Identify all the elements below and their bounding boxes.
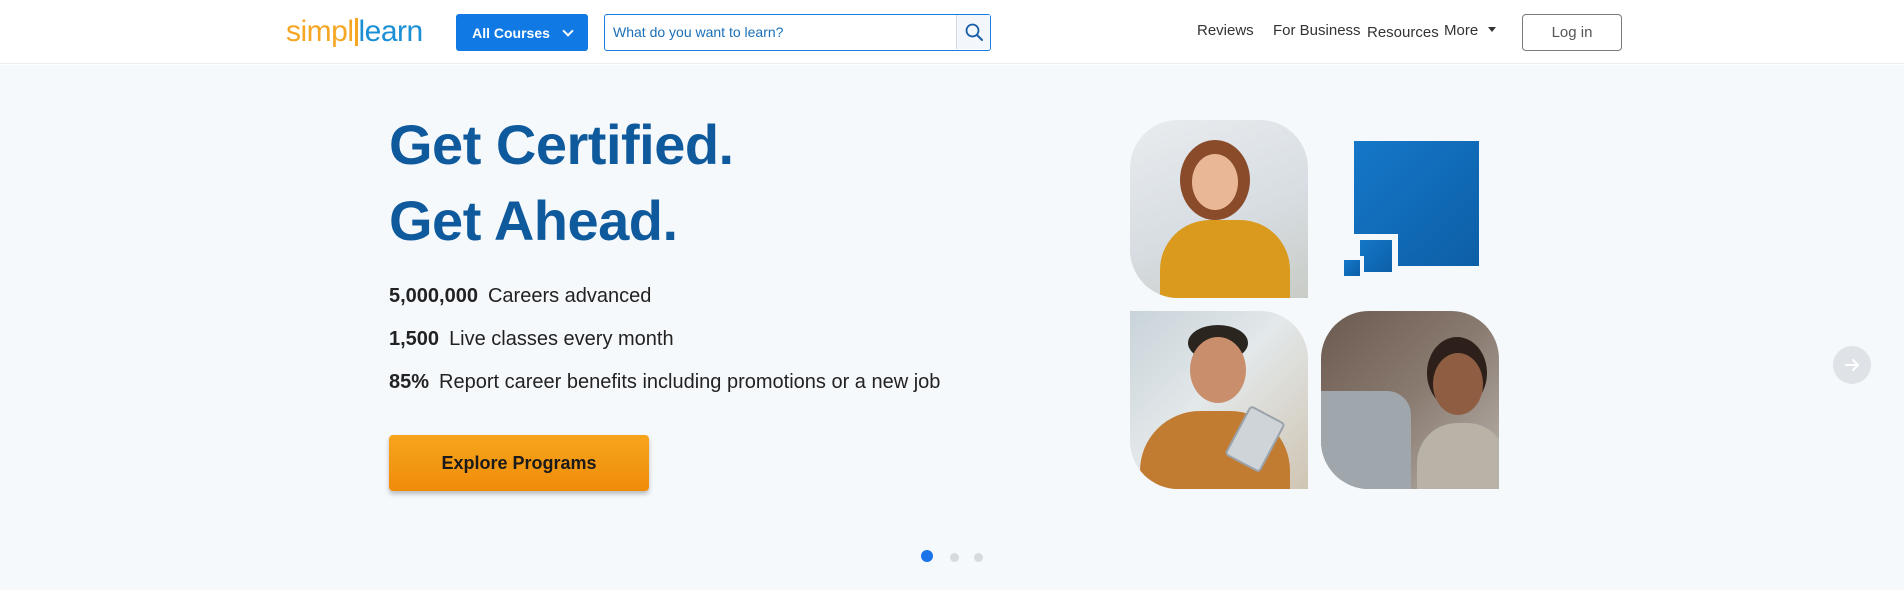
person-face [1192,154,1238,210]
nav-more-label: More [1444,22,1479,39]
computer-monitor [1321,391,1411,489]
person-face [1190,337,1246,403]
carousel-dot-3[interactable] [974,553,983,562]
stat-label: Report career benefits including promoti… [439,371,941,393]
logo-divider [354,18,358,46]
stat-careers: 5,000,000 Careers advanced [389,283,651,309]
stat-value: 1,500 [389,328,440,350]
person-face [1433,353,1483,415]
nav-reviews-link[interactable]: Reviews [1197,22,1254,39]
hero-photo-woman-yellow [1130,120,1308,298]
hero-photo-man-tablet [1130,311,1308,489]
caret-down-icon [1488,27,1497,32]
explore-programs-button[interactable]: Explore Programs [389,435,649,491]
simplilearn-logo[interactable]: simpl learn [286,14,423,50]
stat-live-classes: 1,500 Live classes every month [389,326,674,352]
stat-value: 85% [389,371,430,393]
search-button[interactable] [956,15,990,49]
nav-more-dropdown[interactable]: More [1444,22,1497,39]
hero-banner: Get Certified. Get Ahead. 5,000,000 Caree… [0,65,1904,590]
search-input[interactable] [605,15,955,49]
hero-headline-line1: Get Certified. [389,113,734,176]
carousel-dot-2[interactable] [950,553,959,562]
hero-headline-line2: Get Ahead. [389,189,678,252]
all-courses-label: All Courses [472,24,550,41]
logo-text-part1: simpl [286,15,354,48]
brand-square-small [1340,256,1364,280]
search-icon [965,23,983,41]
login-button[interactable]: Log in [1522,14,1622,51]
search-bar [604,14,991,51]
arrow-right-icon [1845,359,1859,371]
hero-photo-woman-glasses [1321,311,1499,489]
chevron-down-icon [562,24,574,37]
person-body [1417,423,1499,489]
stat-value: 5,000,000 [389,285,478,307]
person-body [1160,220,1290,298]
nav-resources-link[interactable]: Resources [1367,24,1439,41]
all-courses-button[interactable]: All Courses [456,14,588,51]
stat-career-benefits: 85% Report career benefits including prom… [389,369,940,395]
stat-label: Careers advanced [487,285,652,307]
site-header: simpllearn All Courses Reviews For Busin… [0,0,1904,64]
carousel-dot-1[interactable] [921,550,933,562]
carousel-next-button[interactable] [1833,346,1871,384]
logo-text-part2: learn [358,15,424,48]
nav-for-business-link[interactable]: For Business [1273,22,1361,39]
stat-label: Live classes every month [449,328,674,350]
